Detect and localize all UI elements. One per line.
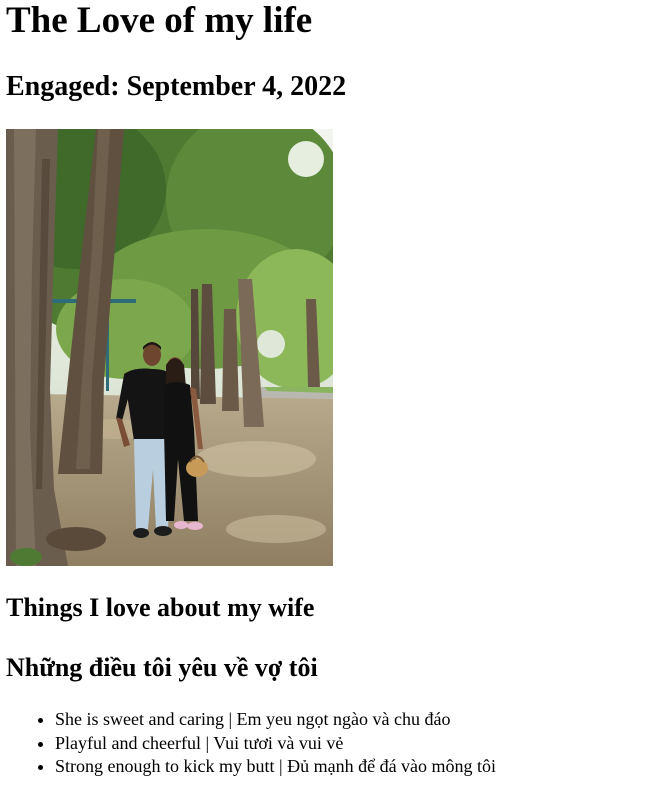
list-item: Strong enough to kick my butt | Đủ mạnh … [55,755,496,779]
couple-photo-illustration [6,129,333,566]
section-heading-vietnamese: Những điều tôi yêu về vợ tôi [6,653,318,682]
section-heading-english: Things I love about my wife [6,593,315,622]
list-item: Playful and cheerful | Vui tươi và vui v… [55,732,496,756]
list-item: She is sweet and caring | Em yeu ngọt ng… [55,708,496,732]
love-list: She is sweet and caring | Em yeu ngọt ng… [15,708,496,779]
engaged-date-heading: Engaged: September 4, 2022 [6,71,347,102]
couple-photo [6,129,333,566]
page-title: The Love of my life [6,0,313,41]
